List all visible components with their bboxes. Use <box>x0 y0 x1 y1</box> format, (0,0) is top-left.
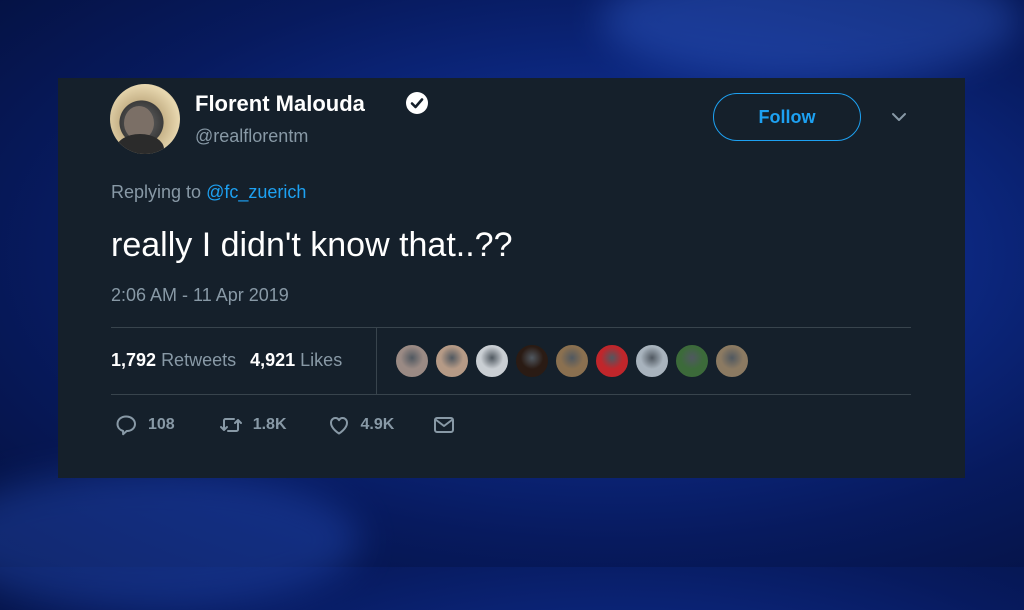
retweet-icon <box>219 418 242 432</box>
engagement-stats: 1,792 Retweets 4,921 Likes <box>111 350 342 371</box>
retweets-label: Retweets <box>161 350 237 370</box>
liker-avatar[interactable] <box>555 344 589 378</box>
tweet-text: really I didn't know that..?? <box>111 226 513 264</box>
chevron-down-icon[interactable] <box>890 108 908 126</box>
direct-message-button[interactable] <box>432 413 456 437</box>
profile-avatar[interactable] <box>110 84 180 154</box>
liker-avatar[interactable] <box>475 344 509 378</box>
reply-button[interactable]: 108 <box>114 413 175 437</box>
verified-badge-icon <box>406 92 428 114</box>
liker-avatar[interactable] <box>715 344 749 378</box>
background-light-streak <box>0 470 360 610</box>
reply-count: 108 <box>148 416 175 433</box>
divider <box>111 327 911 328</box>
retweets-stat[interactable]: 1,792 Retweets <box>111 350 236 371</box>
likes-label: Likes <box>300 350 343 370</box>
user-handle[interactable]: @realflorentm <box>195 126 308 147</box>
reply-mention-link[interactable]: @fc_zuerich <box>206 182 306 202</box>
follow-button[interactable]: Follow <box>713 93 861 141</box>
liker-avatar[interactable] <box>635 344 669 378</box>
like-icon <box>329 417 348 435</box>
like-count: 4.9K <box>360 416 395 433</box>
tweet-timestamp[interactable]: 2:06 AM - 11 Apr 2019 <box>111 285 289 306</box>
tweet-card: Florent Malouda @realflorentm Follow Rep… <box>58 78 965 478</box>
retweets-count: 1,792 <box>111 350 157 370</box>
retweet-button[interactable]: 1.8K <box>219 413 287 437</box>
message-icon <box>434 417 455 433</box>
liker-avatar[interactable] <box>595 344 629 378</box>
replying-to: Replying to @fc_zuerich <box>111 182 306 203</box>
display-name[interactable]: Florent Malouda <box>195 91 365 117</box>
reply-icon <box>116 415 136 436</box>
likes-count: 4,921 <box>250 350 296 370</box>
background-light-streak <box>600 0 1020 80</box>
reply-prefix: Replying to <box>111 182 202 202</box>
stats-vertical-divider <box>376 328 377 394</box>
like-button[interactable]: 4.9K <box>327 413 395 437</box>
divider <box>111 394 911 395</box>
retweet-count: 1.8K <box>252 416 287 433</box>
likes-stat[interactable]: 4,921 Likes <box>250 350 342 371</box>
liker-avatars <box>395 344 749 378</box>
liker-avatar[interactable] <box>675 344 709 378</box>
tweet-actions: 108 1.8K 4.9K <box>114 413 456 437</box>
liker-avatar[interactable] <box>435 344 469 378</box>
liker-avatar[interactable] <box>395 344 429 378</box>
liker-avatar[interactable] <box>515 344 549 378</box>
